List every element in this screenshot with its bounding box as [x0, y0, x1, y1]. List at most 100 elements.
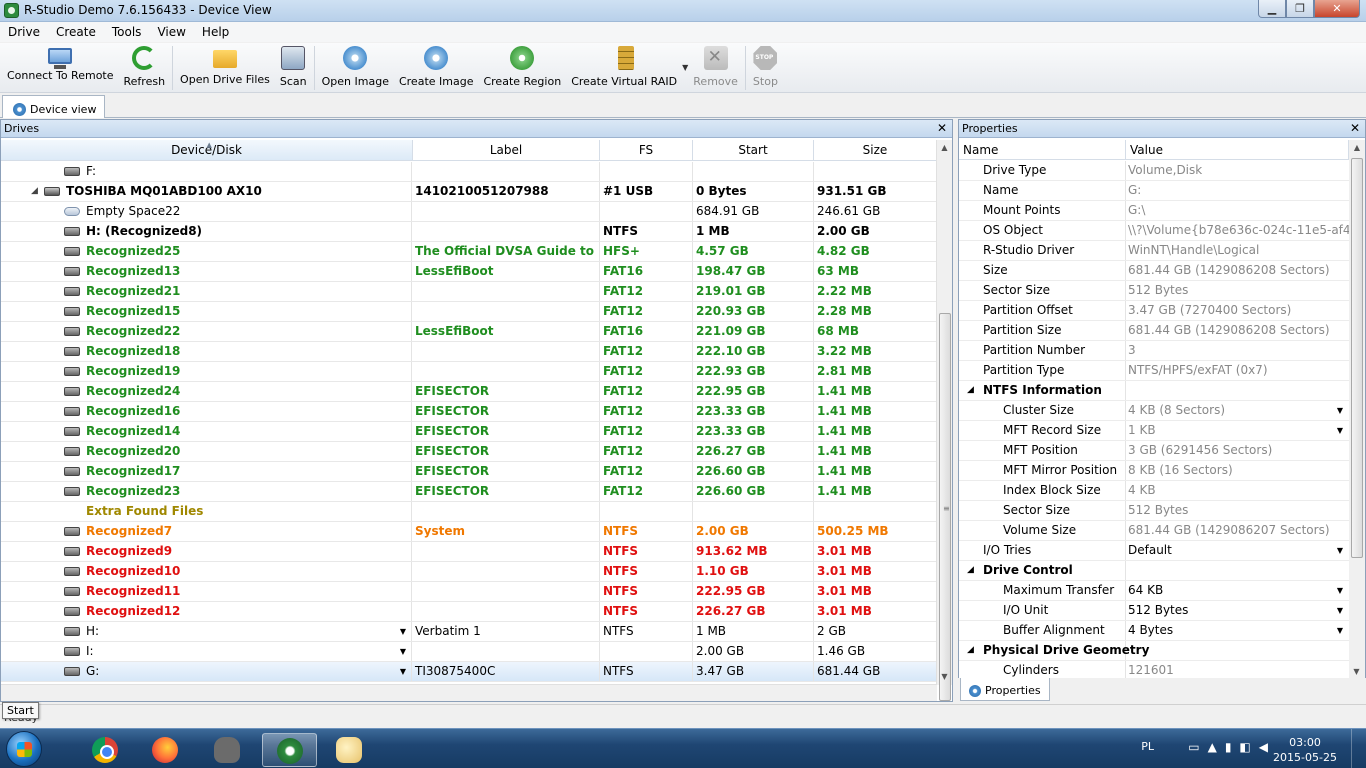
drive-row[interactable]: Empty Space22 684.91 GB 246.61 GB — [1, 202, 937, 222]
open-drive-files-button[interactable]: Open Drive Files — [175, 43, 275, 91]
drive-row[interactable]: Recognized23 EFISECTOR FAT12 226.60 GB 1.41 … — [1, 482, 937, 502]
chevron-down-icon[interactable]: ▼ — [1337, 581, 1343, 600]
drive-row[interactable]: Recognized19 FAT12 222.93 GB 2.81 MB — [1, 362, 937, 382]
scan-button[interactable]: Scan — [275, 43, 312, 91]
taskbar-paint[interactable] — [322, 733, 377, 767]
maximize-button[interactable]: ❐ — [1286, 0, 1314, 18]
menu-drive[interactable]: Drive — [0, 25, 48, 39]
drive-row[interactable]: Recognized16 EFISECTOR FAT12 223.33 GB 1.41 … — [1, 402, 937, 422]
property-row[interactable]: Mount Points G:\ — [959, 201, 1349, 221]
drive-row[interactable]: I: ▼ 2.00 GB 1.46 GB — [1, 642, 937, 662]
column-start[interactable]: Start — [693, 140, 814, 161]
close-button[interactable]: ✕ — [1314, 0, 1360, 18]
clock[interactable]: 03:00 2015-05-25 — [1270, 735, 1340, 765]
drive-row[interactable]: Recognized7 System NTFS 2.00 GB 500.25 MB — [1, 522, 937, 542]
property-row[interactable]: OS Object \\?\Volume{b78e636c-024c-11e5-a… — [959, 221, 1349, 241]
prop-column-name[interactable]: Name — [959, 140, 1126, 160]
show-desktop-button[interactable] — [1351, 729, 1366, 768]
menu-create[interactable]: Create — [48, 25, 104, 39]
property-row[interactable]: Maximum Transfer 64 KB ▼ — [959, 581, 1349, 601]
drive-row[interactable]: Recognized12 NTFS 226.27 GB 3.01 MB — [1, 602, 937, 622]
collapse-icon[interactable]: ◢ — [967, 561, 974, 580]
drive-row[interactable]: Recognized13 LessEfiBoot FAT16 198.47 GB 63 … — [1, 262, 937, 282]
refresh-button[interactable]: Refresh — [119, 43, 171, 91]
column-fs[interactable]: FS — [600, 140, 693, 161]
properties-panel-close-icon[interactable]: ✕ — [1350, 121, 1360, 135]
menu-help[interactable]: Help — [194, 25, 237, 39]
drive-row[interactable]: Recognized11 NTFS 222.95 GB 3.01 MB — [1, 582, 937, 602]
chevron-down-icon[interactable]: ▼ — [400, 642, 406, 661]
property-row[interactable]: Drive Type Volume,Disk — [959, 161, 1349, 181]
property-row[interactable]: Partition Offset 3.47 GB (7270400 Sectors… — [959, 301, 1349, 321]
chevron-down-icon[interactable]: ▼ — [400, 622, 406, 641]
drive-row[interactable]: Recognized9 NTFS 913.62 MB 3.01 MB — [1, 542, 937, 562]
drive-row[interactable]: Recognized22 LessEfiBoot FAT16 221.09 GB 68 … — [1, 322, 937, 342]
taskbar-r-studio[interactable] — [262, 733, 317, 767]
drive-row[interactable]: Recognized18 FAT12 222.10 GB 3.22 MB — [1, 342, 937, 362]
drive-row[interactable]: H: ▼ Verbatim 1 NTFS 1 MB 2 GB — [1, 622, 937, 642]
taskbar-firefox[interactable] — [138, 733, 193, 767]
property-row[interactable]: Buffer Alignment 4 Bytes ▼ — [959, 621, 1349, 641]
language-indicator[interactable]: PL — [1141, 740, 1154, 753]
property-group[interactable]: ◢ Physical Drive Geometry — [959, 641, 1349, 661]
drive-row[interactable]: Recognized25 The Official DVSA Guide to H… — [1, 242, 937, 262]
tab-device-view[interactable]: Device view — [2, 95, 106, 118]
drive-row[interactable]: G: ▼ TI30875400C NTFS 3.47 GB 681.44 GB — [1, 662, 937, 682]
property-row[interactable]: I/O Unit 512 Bytes ▼ — [959, 601, 1349, 621]
drive-row[interactable]: Recognized14 EFISECTOR FAT12 223.33 GB 1.41 … — [1, 422, 937, 442]
tab-properties[interactable]: Properties — [960, 678, 1050, 701]
taskbar-chrome[interactable] — [78, 733, 133, 767]
minimize-button[interactable]: ▁ — [1258, 0, 1286, 18]
property-row[interactable]: Cluster Size 4 KB (8 Sectors) ▼ — [959, 401, 1349, 421]
drive-row[interactable]: Recognized20 EFISECTOR FAT12 226.27 GB 1.41 … — [1, 442, 937, 462]
create-region-button[interactable]: Create Region — [478, 43, 566, 91]
property-row[interactable]: Partition Size 681.44 GB (1429086208 Sect… — [959, 321, 1349, 341]
drive-row[interactable]: ◢ TOSHIBA MQ01ABD100 AX10 1410210051207988… — [1, 182, 937, 202]
drive-row[interactable]: Recognized15 FAT12 220.93 GB 2.28 MB — [1, 302, 937, 322]
property-row[interactable]: Partition Type NTFS/HPFS/exFAT (0x7) — [959, 361, 1349, 381]
property-row[interactable]: Name G: — [959, 181, 1349, 201]
menu-tools[interactable]: Tools — [104, 25, 150, 39]
drive-row[interactable]: H: (Recognized8) NTFS 1 MB 2.00 GB — [1, 222, 937, 242]
column-size[interactable]: Size — [814, 140, 937, 161]
property-group[interactable]: ◢ Drive Control — [959, 561, 1349, 581]
property-value[interactable]: 512 Bytes ▼ — [1126, 601, 1349, 620]
tray-icons[interactable]: ▭▲▮◧◀ — [1188, 740, 1276, 754]
property-row[interactable]: Volume Size 681.44 GB (1429086207 Sectors… — [959, 521, 1349, 541]
stop-button[interactable]: Stop — [748, 43, 783, 91]
property-row[interactable]: Size 681.44 GB (1429086208 Sectors) — [959, 261, 1349, 281]
create-virtual-raid-button[interactable]: Create Virtual RAID — [566, 43, 682, 91]
scroll-up-icon[interactable]: ▲ — [937, 140, 952, 156]
taskbar-gimp[interactable] — [200, 733, 255, 767]
remove-button[interactable]: Remove — [688, 43, 743, 91]
property-row[interactable]: Partition Number 3 — [959, 341, 1349, 361]
property-row[interactable]: Sector Size 512 Bytes — [959, 281, 1349, 301]
chevron-down-icon[interactable]: ▼ — [400, 662, 406, 681]
property-group[interactable]: ◢ NTFS Information — [959, 381, 1349, 401]
drive-row[interactable]: Recognized10 NTFS 1.10 GB 3.01 MB — [1, 562, 937, 582]
property-value[interactable]: 4 Bytes ▼ — [1126, 621, 1349, 640]
column-device-disk[interactable]: ▲ Device/Disk — [1, 140, 413, 161]
property-row[interactable]: Index Block Size 4 KB — [959, 481, 1349, 501]
property-row[interactable]: R-Studio Driver WinNT\Handle\Logical — [959, 241, 1349, 261]
column-label[interactable]: Label — [413, 140, 600, 161]
connect-remote-button[interactable]: Connect To Remote — [2, 43, 119, 91]
drive-row[interactable]: Recognized17 EFISECTOR FAT12 226.60 GB 1.41 … — [1, 462, 937, 482]
collapse-icon[interactable]: ◢ — [967, 641, 974, 660]
property-row[interactable]: MFT Record Size 1 KB ▼ — [959, 421, 1349, 441]
property-value[interactable]: Default ▼ — [1126, 541, 1349, 560]
drives-panel-close-icon[interactable]: ✕ — [937, 121, 947, 135]
chevron-down-icon[interactable]: ▼ — [1337, 541, 1343, 560]
drive-row[interactable]: Extra Found Files — [1, 502, 937, 522]
prop-column-value[interactable]: Value — [1126, 140, 1349, 160]
drives-horizontal-scrollbar[interactable] — [1, 684, 937, 701]
chevron-down-icon[interactable]: ▼ — [1337, 401, 1343, 420]
property-row[interactable]: I/O Tries Default ▼ — [959, 541, 1349, 561]
create-image-button[interactable]: Create Image — [394, 43, 479, 91]
property-row[interactable]: MFT Mirror Position 8 KB (16 Sectors) — [959, 461, 1349, 481]
drives-vertical-scrollbar[interactable]: ▲ ≡ ▼ — [936, 140, 952, 701]
property-value[interactable]: 64 KB ▼ — [1126, 581, 1349, 600]
start-button[interactable] — [6, 731, 42, 767]
chevron-down-icon[interactable]: ▼ — [1337, 601, 1343, 620]
scroll-down-icon[interactable]: ▼ — [937, 669, 952, 685]
